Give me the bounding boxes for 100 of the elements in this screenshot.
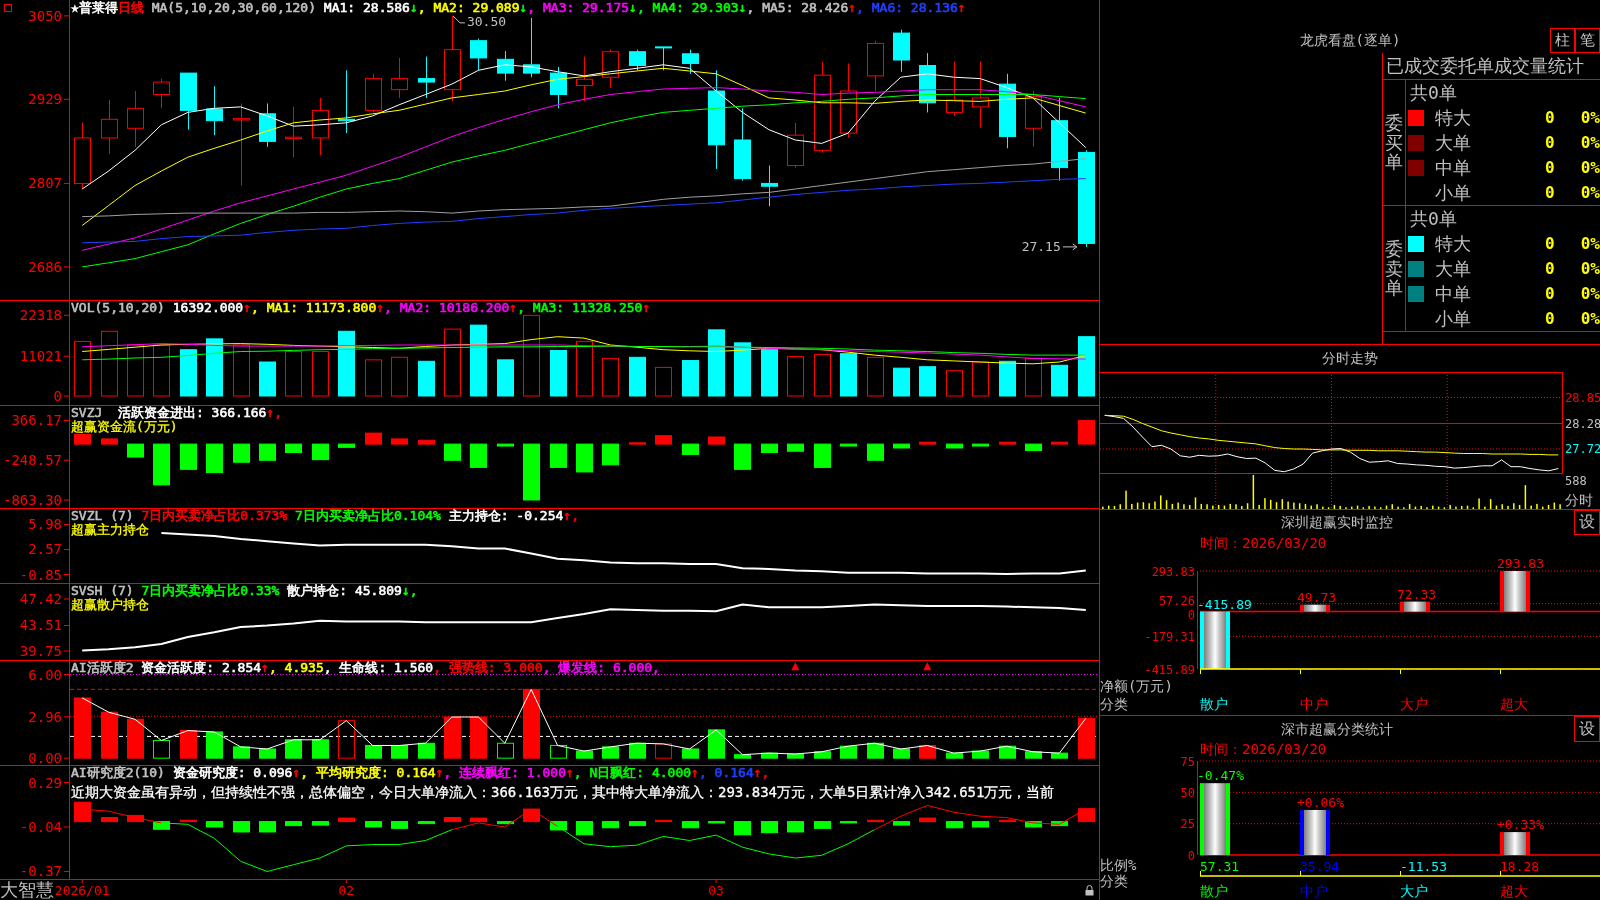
indicator-bar: [972, 821, 989, 828]
lock-icon: [1084, 884, 1094, 896]
order-type: 中单: [1435, 156, 1471, 179]
volume-bar: [497, 359, 514, 397]
date-label: 02: [338, 883, 355, 898]
indicator-bar: [893, 821, 910, 826]
axis-label: 28.28: [1565, 416, 1600, 431]
date-label: 03: [708, 883, 724, 898]
panel-title: 分时走势: [1322, 350, 1378, 367]
bar-value-label: 18.28: [1500, 859, 1540, 874]
axis-label: 39.75: [19, 643, 62, 659]
settings-button[interactable]: 设: [1574, 510, 1600, 535]
axis-label: 2.96: [28, 708, 62, 725]
volume-bar: [1078, 336, 1095, 397]
order-type: 大单: [1435, 257, 1471, 280]
view-toggle-button[interactable]: 柱: [1550, 28, 1575, 53]
indicator-bar: [840, 443, 857, 447]
bar-value-label: 72.33: [1397, 586, 1437, 602]
indicator-bar: [814, 443, 831, 468]
indicator-bar: [153, 443, 170, 486]
indicator-bar: [867, 742, 884, 759]
indicator-caption: 超赢散户持仓: [71, 598, 149, 611]
indicator-bar: [338, 720, 355, 759]
indicator-bar: [285, 739, 302, 759]
indicator-bar: [127, 718, 144, 759]
axis-label: 75: [1180, 754, 1195, 769]
indicator-bar: [444, 817, 461, 823]
candlestick: [550, 66, 567, 109]
volume-bar: [312, 351, 329, 397]
indicator-bar: [629, 442, 646, 445]
order-type: 小单: [1435, 181, 1471, 204]
indicator-bar: [444, 443, 461, 461]
indicator-bar: [497, 443, 514, 447]
category-label: 散户: [1200, 883, 1228, 899]
indicator-bar: [999, 745, 1016, 759]
candlestick: [576, 56, 593, 102]
axis-label: 50: [1180, 785, 1195, 800]
axis-title: 净额(万元): [1100, 678, 1173, 694]
indicator-bar: [655, 819, 672, 823]
candlestick: [787, 122, 804, 169]
volume-bar: [972, 361, 989, 397]
volume-scale-label: 588: [1565, 474, 1587, 488]
indicator-bar: [206, 731, 223, 759]
axis-label: -415.89: [1144, 662, 1195, 677]
candlestick: [101, 99, 118, 155]
group-label: 委买单: [1385, 112, 1403, 173]
indicator-bar: [655, 743, 672, 759]
volume-bar: [893, 367, 910, 397]
axis-label: 0: [1187, 608, 1195, 623]
candlestick: [602, 49, 619, 89]
view-toggle-button[interactable]: 笔: [1575, 28, 1600, 53]
axis-label: -179.31: [1144, 629, 1195, 644]
volume-bar: [919, 366, 936, 397]
candlestick: [893, 29, 910, 73]
axis-label: 25: [1180, 817, 1195, 832]
indicator-bar: [285, 821, 302, 827]
volume-bar: [127, 344, 144, 397]
axis-label: 3050: [28, 7, 62, 24]
axis-title: 分时: [1565, 492, 1593, 508]
indicator-bar: [946, 752, 963, 759]
candlestick: [946, 60, 963, 117]
chart-bar: [1300, 809, 1330, 855]
candlestick: [761, 165, 778, 207]
category-label: 大户: [1400, 883, 1428, 899]
settings-button[interactable]: 设: [1574, 716, 1600, 742]
axis-label: 0.29: [28, 774, 62, 791]
indicator-bar: [682, 443, 699, 455]
indicator-bar: [418, 439, 435, 445]
indicator-bar: [312, 443, 329, 461]
candlestick: [418, 56, 435, 99]
axis-label: 47.42: [19, 591, 62, 607]
axis-title: 比例%: [1100, 857, 1137, 873]
indicator-legend: SVZL (7) 7日内买卖净占比0.373% 7日内买卖净占比0.104% 主力持仓: -0.254↑,: [71, 509, 579, 522]
indicator-bar: [946, 821, 963, 829]
candlestick: [74, 122, 91, 190]
price-callout: 30.50: [452, 13, 507, 29]
indicator-bar: [153, 821, 170, 830]
candlestick: [523, 17, 540, 78]
indicator-bar: [893, 748, 910, 759]
indicator-bar: [550, 745, 567, 759]
indicator-bar: [550, 443, 567, 468]
candlestick: [1025, 90, 1042, 148]
volume-bar: [840, 353, 857, 397]
category-label: 超大: [1500, 883, 1528, 899]
panel-title: 深市超赢分类统计: [1281, 720, 1393, 738]
indicator-bar: [233, 821, 250, 833]
bar-value-label: -415.89: [1197, 596, 1252, 612]
indicator-bar: [761, 821, 778, 834]
indicator-bar: [233, 746, 250, 759]
volume-bar: [787, 356, 804, 397]
app-brand: 大智慧: [0, 880, 54, 900]
candlestick: [259, 102, 276, 148]
indicator-bar: [708, 436, 725, 445]
volume-bar: [180, 349, 197, 397]
axis-label: 366.17: [11, 412, 62, 429]
indicator-bar: [576, 750, 593, 759]
indicator-legend: AI活跃度2 资金活跃度: 2.854↑, 4.935, 生命线: 1.560, 强势线: 3.000, 爆发线: 6.000,: [71, 661, 660, 674]
indicator-bar: [1025, 821, 1042, 828]
bar-value-label: 35.94: [1300, 859, 1340, 874]
candlestick: [497, 50, 514, 82]
